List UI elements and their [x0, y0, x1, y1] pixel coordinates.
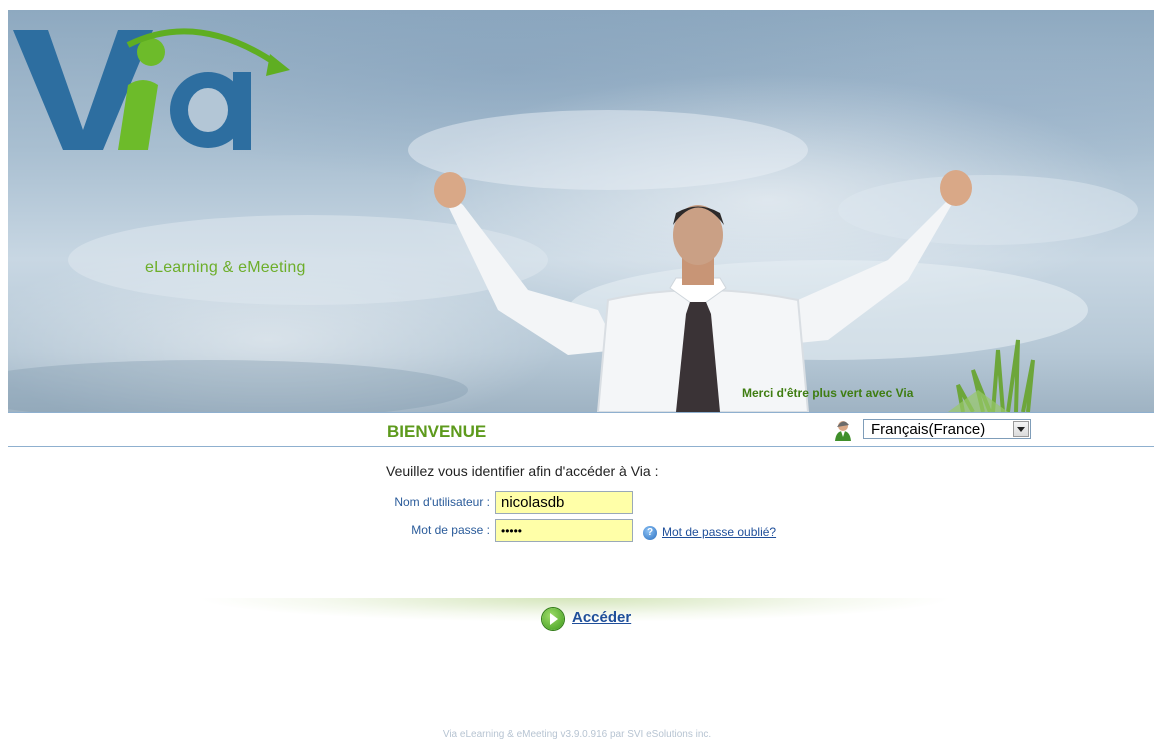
header-banner: eLearning & eMeeting Merci d'être plus v… — [8, 10, 1154, 412]
user-language-icon — [835, 421, 851, 441]
arrow-right-icon[interactable] — [542, 608, 564, 630]
chevron-down-icon[interactable] — [1013, 421, 1029, 437]
via-logo — [13, 28, 290, 150]
login-prompt: Veuillez vous identifier afin d'accéder … — [386, 463, 659, 479]
submit-link[interactable]: Accéder — [572, 609, 631, 626]
forgot-password-link[interactable]: Mot de passe oublié? — [662, 525, 776, 539]
username-input[interactable] — [495, 491, 633, 514]
page-title: BIENVENUE — [387, 422, 487, 441]
banner-slogan: Merci d'être plus vert avec Via — [742, 386, 914, 400]
username-label: Nom d'utilisateur : — [394, 495, 490, 509]
help-icon[interactable]: ? — [643, 526, 657, 540]
logo-tagline: eLearning & eMeeting — [145, 259, 306, 276]
language-select-value: Français(France) — [871, 421, 986, 438]
welcome-bar: BIENVENUE Français(France) — [8, 412, 1154, 447]
password-label: Mot de passe : — [411, 523, 490, 537]
language-select[interactable]: Français(France) — [863, 419, 1031, 439]
footer-text: Via eLearning & eMeeting v3.9.0.916 par … — [442, 729, 712, 740]
password-input[interactable] — [495, 519, 633, 542]
